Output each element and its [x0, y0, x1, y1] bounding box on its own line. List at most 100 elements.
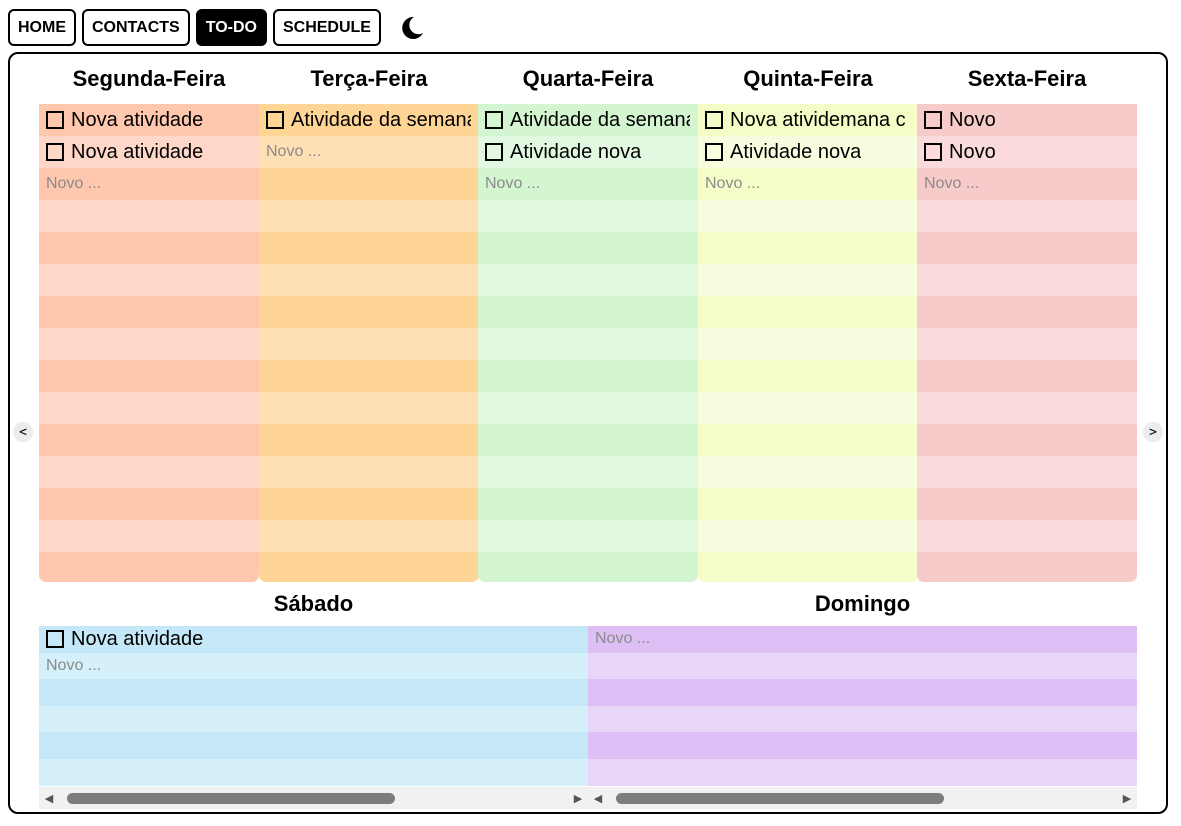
empty-row — [39, 456, 259, 488]
domingo-title: Domingo — [814, 591, 911, 616]
task-checkbox[interactable] — [924, 143, 942, 161]
scroll-left-icon[interactable]: ◀ — [588, 792, 608, 805]
empty-row — [698, 424, 918, 456]
empty-row — [588, 758, 1137, 786]
task-checkbox[interactable] — [924, 111, 942, 129]
empty-row — [39, 328, 259, 360]
task-checkbox[interactable] — [485, 143, 503, 161]
empty-row — [478, 200, 698, 232]
task-item[interactable]: Atividade nova — [698, 136, 918, 168]
empty-row — [588, 705, 1137, 733]
day-column: Terça-Feira Atividade da semana Novo ... — [259, 54, 479, 582]
nav-todo-button[interactable]: TO-DO — [195, 9, 267, 46]
new-task-input[interactable]: Novo ... — [259, 136, 479, 168]
next-week-button[interactable]: > — [1143, 422, 1163, 442]
task-checkbox[interactable] — [485, 111, 503, 129]
empty-row — [698, 200, 918, 232]
task-item[interactable]: Nova atividade — [39, 104, 259, 136]
task-item[interactable]: Atividade da semana — [259, 104, 479, 136]
empty-row — [588, 679, 1137, 706]
task-checkbox[interactable] — [46, 143, 64, 161]
nav-home-button[interactable]: HOME — [8, 9, 76, 46]
scroll-thumb[interactable] — [67, 793, 395, 804]
new-task-input[interactable]: Novo ... — [39, 652, 588, 680]
new-task-input[interactable]: Novo ... — [588, 626, 1137, 653]
task-text[interactable]: Atividade nova — [510, 141, 641, 164]
empty-row — [39, 732, 588, 759]
empty-row — [917, 360, 1137, 392]
day-title: Quarta-Feira — [522, 66, 654, 91]
empty-row — [39, 520, 259, 552]
nav-contacts-button[interactable]: CONTACTS — [82, 9, 190, 46]
empty-row — [259, 360, 479, 392]
empty-row — [917, 232, 1137, 264]
task-checkbox[interactable] — [266, 111, 284, 129]
empty-row — [259, 328, 479, 360]
empty-row — [259, 520, 479, 552]
task-text[interactable]: Nova atividade — [71, 109, 203, 132]
scroll-right-icon[interactable]: ▶ — [568, 792, 588, 805]
empty-row — [259, 232, 479, 264]
day-title: Quinta-Feira — [743, 66, 873, 91]
task-item[interactable]: Nova atividade — [39, 626, 588, 653]
new-task-input[interactable]: Novo ... — [698, 168, 918, 200]
moon-icon[interactable] — [397, 14, 425, 42]
empty-row — [698, 264, 918, 296]
task-text[interactable]: Nova atividade — [71, 628, 203, 651]
task-item[interactable]: Nova atividade — [39, 136, 259, 168]
empty-row — [478, 424, 698, 456]
empty-row — [39, 392, 259, 424]
empty-row — [917, 424, 1137, 456]
empty-row — [917, 264, 1137, 296]
new-task-input[interactable]: Novo ... — [917, 168, 1137, 200]
empty-row — [478, 328, 698, 360]
task-checkbox[interactable] — [705, 111, 723, 129]
task-text[interactable]: Novo — [949, 109, 996, 132]
empty-row — [39, 424, 259, 456]
empty-row — [917, 520, 1137, 552]
empty-row — [478, 232, 698, 264]
task-checkbox[interactable] — [46, 111, 64, 129]
task-text[interactable]: Atividade da semana — [510, 109, 690, 132]
task-text[interactable]: Atividade da semana — [291, 109, 471, 132]
empty-row — [917, 296, 1137, 328]
prev-week-button[interactable]: < — [13, 422, 33, 442]
task-text[interactable]: Atividade nova — [730, 141, 861, 164]
empty-row — [259, 424, 479, 456]
empty-row — [39, 360, 259, 392]
empty-row — [917, 392, 1137, 424]
day-column: Segunda-Feira Nova atividade Nova atividad… — [39, 54, 259, 582]
empty-row — [39, 232, 259, 264]
task-item[interactable]: Novo — [917, 136, 1137, 168]
task-item[interactable]: Atividade nova — [478, 136, 698, 168]
task-checkbox[interactable] — [46, 630, 64, 649]
domingo-scrollbar[interactable]: ◀ ▶ — [588, 787, 1137, 809]
new-task-input[interactable]: Novo ... — [39, 168, 259, 200]
empty-row — [478, 392, 698, 424]
task-text[interactable]: Novo — [949, 141, 996, 164]
task-item[interactable]: Novo — [917, 104, 1137, 136]
todo-board: < > Segunda-Feira Nova atividade Nova ativ… — [8, 52, 1168, 814]
scroll-left-icon[interactable]: ◀ — [39, 792, 59, 805]
task-item[interactable]: Atividade da semana — [478, 104, 698, 136]
empty-row — [259, 200, 479, 232]
scroll-thumb[interactable] — [616, 793, 944, 804]
empty-row — [917, 456, 1137, 488]
empty-row — [478, 360, 698, 392]
new-task-input[interactable]: Novo ... — [478, 168, 698, 200]
empty-row — [917, 552, 1137, 582]
scroll-right-icon[interactable]: ▶ — [1117, 792, 1137, 805]
empty-row — [698, 456, 918, 488]
domingo-list: Novo ... — [588, 626, 1137, 786]
empty-row — [259, 552, 479, 582]
empty-row — [698, 360, 918, 392]
sabado-scrollbar[interactable]: ◀ ▶ — [39, 787, 588, 809]
sabado-title: Sábado — [273, 591, 354, 616]
task-text[interactable]: Nova atividemana c — [730, 109, 906, 132]
nav-schedule-button[interactable]: SCHEDULE — [272, 9, 381, 46]
task-text[interactable]: Nova atividade — [71, 141, 203, 164]
empty-row — [588, 652, 1137, 680]
task-item[interactable]: Nova atividemana c — [698, 104, 918, 136]
empty-row — [39, 758, 588, 786]
task-checkbox[interactable] — [705, 143, 723, 161]
